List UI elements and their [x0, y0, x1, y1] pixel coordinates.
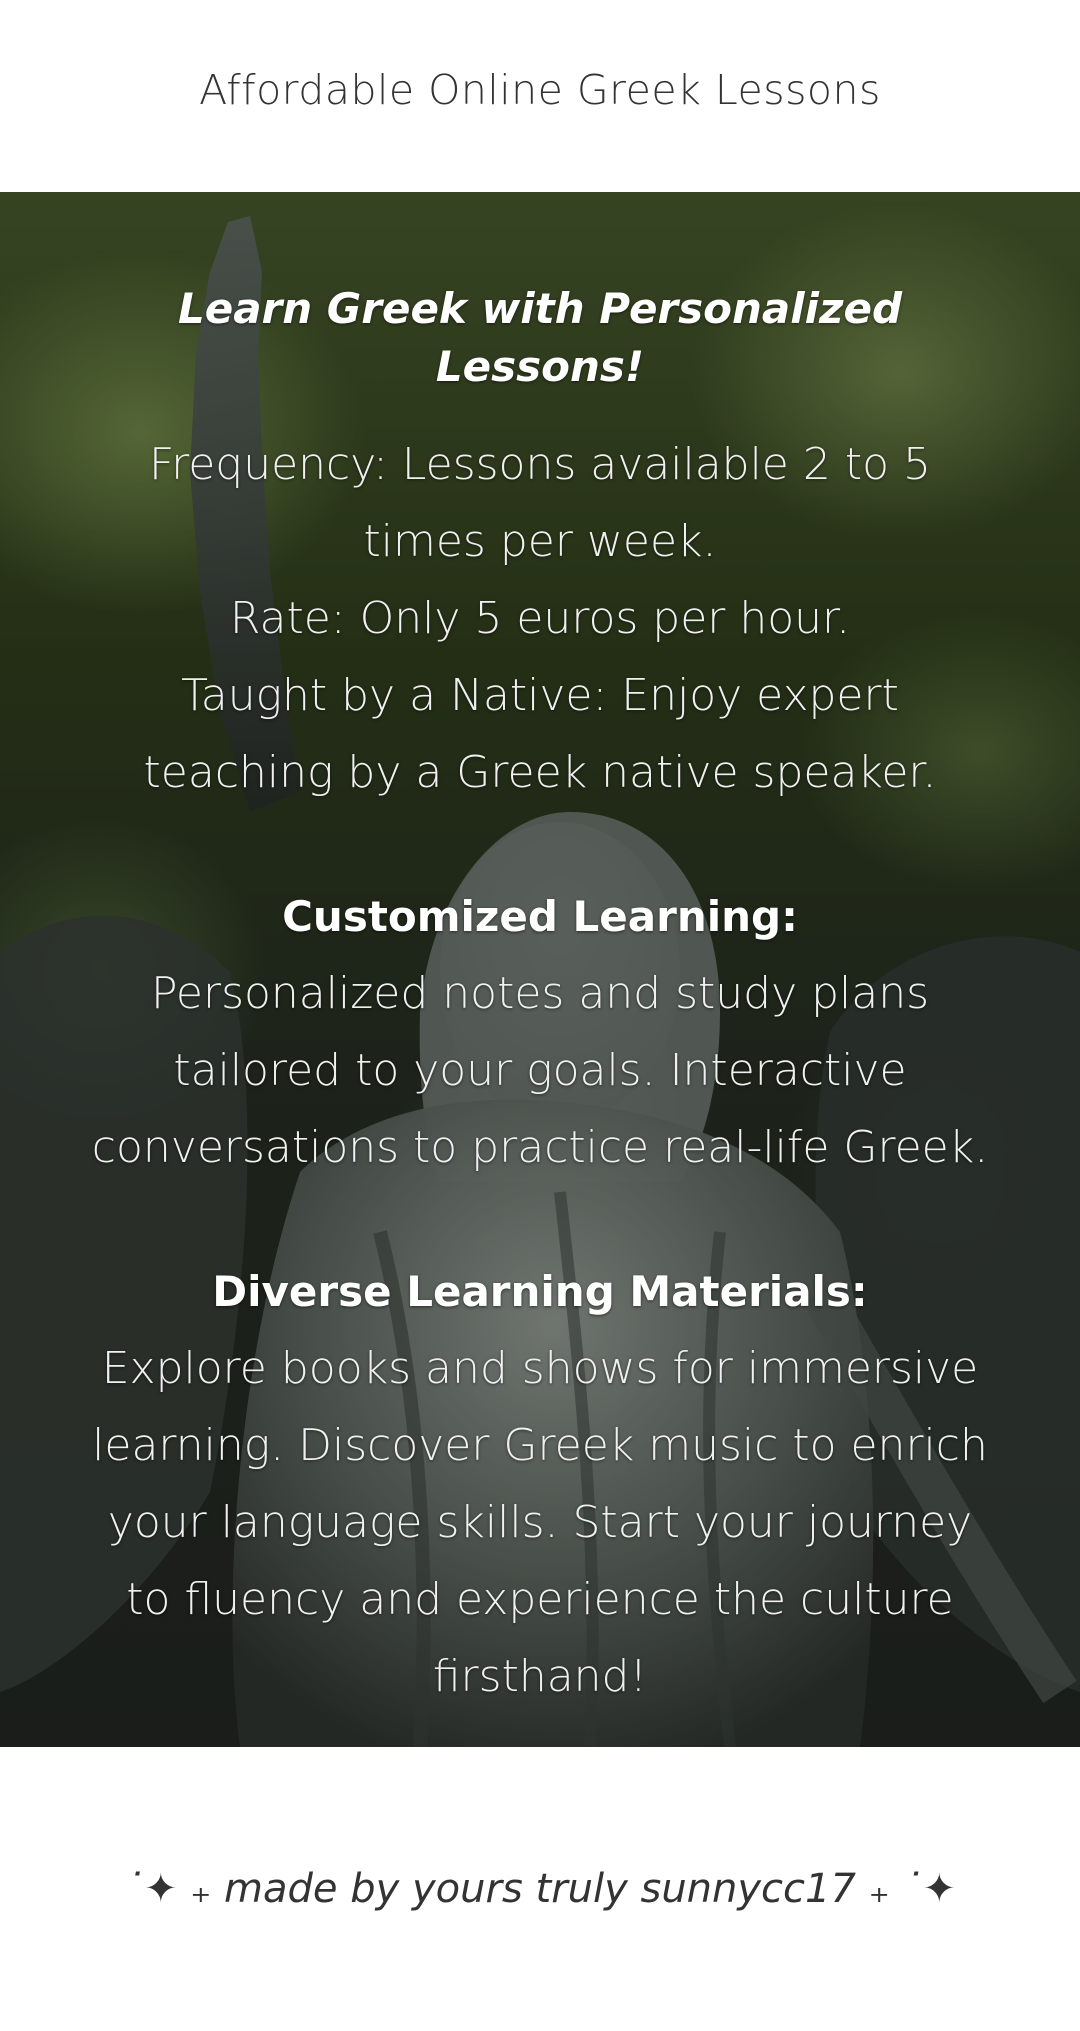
page-title: Affordable Online Greek Lessons: [199, 66, 881, 114]
rate-text: Rate: Only 5 euros per hour.: [229, 593, 851, 644]
customized-learning-text: Personalized notes and study plans tailo…: [91, 968, 989, 1173]
site-footer: ˙✦ ₊ made by yours truly sunnycc17 ₊ ˙✦: [0, 1747, 1080, 2031]
learning-materials-text: Explore books and shows for immersive le…: [92, 1343, 988, 1702]
site-header: Affordable Online Greek Lessons: [0, 0, 1080, 192]
native-teacher-text: Taught by a Native: Enjoy expert teachin…: [143, 670, 937, 798]
hero-heading: Learn Greek with Personalized Lessons!: [177, 284, 903, 391]
hero-content: Learn Greek with Personalized Lessons! F…: [0, 192, 1080, 1715]
frequency-text: Frequency: Lessons available 2 to 5 time…: [148, 439, 931, 567]
customized-learning-heading: Customized Learning:: [282, 892, 798, 941]
hero-section: Learn Greek with Personalized Lessons! F…: [0, 192, 1080, 1747]
learning-materials-heading: Diverse Learning Materials:: [212, 1267, 868, 1316]
page: Affordable Online Greek Lessons Learn Gr…: [0, 0, 1080, 2031]
footer-credit: ˙✦ ₊ made by yours truly sunnycc17 ₊ ˙✦: [123, 1866, 956, 1912]
